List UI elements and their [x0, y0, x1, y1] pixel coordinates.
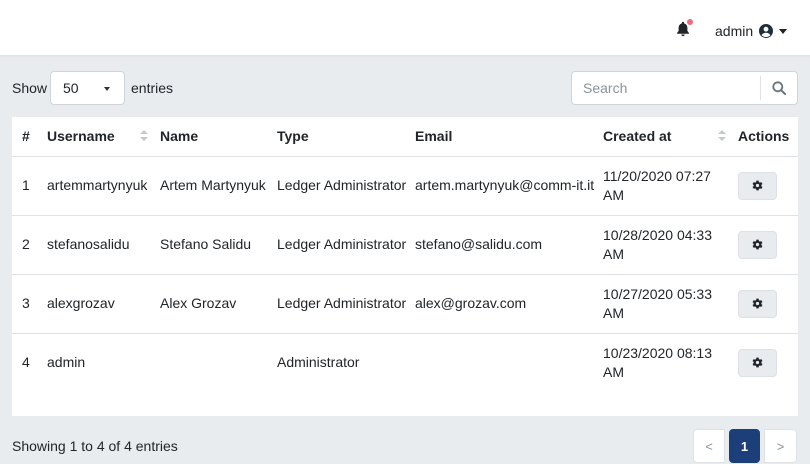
column-header-name: Name — [160, 117, 277, 156]
created-at-cell: 10/23/2020 08:13 AM — [603, 344, 712, 380]
table-info: Showing 1 to 4 of 4 entries — [12, 438, 178, 454]
search-button[interactable] — [761, 72, 797, 104]
column-label: Name — [160, 128, 199, 145]
column-header-number: # — [12, 117, 47, 156]
created-at-cell: 11/20/2020 07:27 AM — [603, 167, 711, 203]
users-table: # Username Name Type Email Created at Ac… — [12, 117, 798, 392]
created-at-cell: 10/28/2020 04:33 AM — [603, 226, 712, 262]
column-header-username[interactable]: Username — [47, 117, 160, 156]
name-cell: Artem Martynyuk — [160, 177, 266, 193]
column-label: Created at — [603, 128, 672, 145]
table-header-row: # Username Name Type Email Created at Ac… — [12, 117, 798, 156]
row-settings-button[interactable] — [738, 230, 777, 259]
pagination-page-current[interactable]: 1 — [729, 429, 760, 463]
select-caret-icon — [104, 87, 110, 91]
chevron-down-icon — [779, 28, 788, 34]
column-label: Username — [47, 128, 115, 145]
type-cell: Ledger Administrator — [277, 236, 407, 252]
gear-icon — [752, 357, 763, 368]
name-cell: Alex Grozav — [160, 295, 237, 311]
page-size-select[interactable]: 50 — [50, 71, 125, 105]
column-label: # — [22, 128, 30, 145]
email-cell: alex@grozav.com — [415, 295, 527, 311]
row-number: 4 — [22, 354, 30, 371]
created-at-cell: 10/27/2020 05:33 AM — [603, 285, 712, 321]
username-cell: alexgrozav — [47, 295, 115, 311]
user-menu-toggle[interactable]: admin — [715, 20, 788, 42]
pagination-previous[interactable]: < — [693, 429, 725, 463]
top-navbar: admin — [0, 0, 810, 56]
show-label: Show — [12, 80, 48, 96]
user-circle-icon — [759, 24, 774, 38]
column-label: Actions — [738, 128, 790, 145]
username-cell: artemmartynyuk — [47, 177, 148, 193]
table-controls: Show 50 entries — [0, 70, 810, 106]
column-label: Email — [415, 128, 453, 145]
type-cell: Administrator — [277, 354, 360, 371]
row-settings-button[interactable] — [738, 289, 777, 318]
row-number: 3 — [22, 295, 30, 311]
email-cell: stefano@salidu.com — [415, 236, 543, 252]
sort-icon — [140, 130, 148, 142]
column-header-type: Type — [277, 117, 415, 156]
row-number: 2 — [22, 236, 30, 252]
search-box — [571, 71, 798, 105]
users-table-card: # Username Name Type Email Created at Ac… — [12, 117, 798, 416]
page-size-value: 50 — [63, 80, 79, 96]
gear-icon — [752, 298, 763, 309]
notifications-bell-icon[interactable] — [676, 19, 693, 39]
search-icon — [772, 81, 786, 95]
row-settings-button[interactable] — [738, 171, 777, 200]
user-name-label: admin — [715, 23, 754, 39]
column-header-created-at[interactable]: Created at — [603, 117, 738, 156]
email-cell: artem.martynyuk@comm-it.it — [415, 177, 595, 193]
pagination-next[interactable]: > — [764, 429, 797, 463]
gear-icon — [752, 239, 763, 250]
column-header-email: Email — [415, 117, 603, 156]
column-label: Type — [277, 128, 309, 145]
column-header-actions: Actions — [738, 117, 798, 156]
username-cell: admin — [47, 354, 86, 371]
username-cell: stefanosalidu — [47, 236, 130, 252]
sort-icon — [718, 130, 726, 142]
search-input[interactable] — [572, 72, 760, 104]
table-row: 4 admin Administrator 10/23/2020 08:13 A… — [12, 333, 798, 392]
table-row: 3 alexgrozav Alex Grozav Ledger Administ… — [12, 274, 798, 333]
row-number: 1 — [22, 177, 30, 193]
type-cell: Ledger Administrator — [277, 177, 407, 193]
name-cell: Stefano Salidu — [160, 236, 252, 252]
entries-label: entries — [131, 80, 174, 96]
notification-dot — [687, 19, 693, 25]
table-row: 1 artemmartynyuk Artem Martynyuk Ledger … — [12, 156, 798, 215]
table-row: 2 stefanosalidu Stefano Salidu Ledger Ad… — [12, 215, 798, 274]
pagination: < 1 > — [693, 429, 797, 463]
gear-icon — [752, 180, 763, 191]
row-settings-button[interactable] — [738, 348, 777, 377]
type-cell: Ledger Administrator — [277, 295, 407, 311]
